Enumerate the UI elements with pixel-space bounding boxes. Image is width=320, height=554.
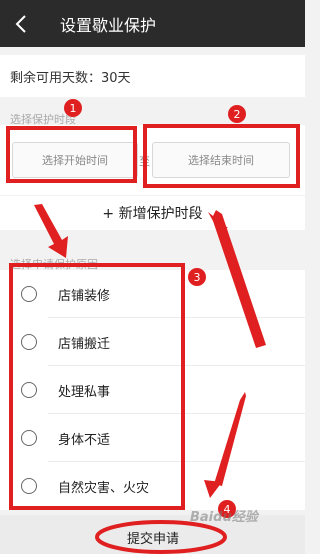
radio-button[interactable] bbox=[21, 430, 37, 446]
range-separator: 至 bbox=[139, 155, 150, 168]
chevron-left-icon bbox=[15, 14, 26, 33]
top-bar: 设置歇业保护 bbox=[0, 0, 305, 47]
reason-item-renovation[interactable]: 店铺装修 bbox=[0, 270, 305, 318]
bottom-bar: 提交申请 bbox=[0, 515, 305, 554]
reason-item-personal[interactable]: 处理私事 bbox=[0, 366, 305, 414]
reason-label: 店铺搬迁 bbox=[58, 336, 111, 352]
back-button[interactable] bbox=[0, 0, 42, 47]
page-title: 设置歇业保护 bbox=[60, 15, 157, 35]
remaining-days: 剩余可用天数：30天 bbox=[0, 55, 305, 97]
svg-text:2: 2 bbox=[234, 108, 241, 121]
reason-item-illness[interactable]: 身体不适 bbox=[0, 414, 305, 462]
watermark: Baidu经验 bbox=[190, 510, 258, 525]
submit-button[interactable]: 提交申请 bbox=[98, 525, 208, 549]
reason-label: 身体不适 bbox=[58, 432, 111, 448]
radio-button[interactable] bbox=[21, 478, 37, 494]
time-range-row: 选择开始时间 至 选择结束时间 bbox=[0, 125, 305, 195]
reason-label: 处理私事 bbox=[58, 384, 111, 400]
add-period-button[interactable]: + 新增保护时段 bbox=[0, 196, 305, 230]
radio-button[interactable] bbox=[21, 382, 37, 398]
reason-item-relocation[interactable]: 店铺搬迁 bbox=[0, 318, 305, 366]
start-time-input[interactable]: 选择开始时间 bbox=[12, 142, 138, 178]
reason-label: 自然灾害、火灾 bbox=[58, 480, 150, 496]
reason-list: 店铺装修 店铺搬迁 处理私事 身体不适 自然灾害、火灾 bbox=[0, 270, 305, 510]
reason-label: 店铺装修 bbox=[58, 288, 111, 304]
reason-item-disaster[interactable]: 自然灾害、火灾 bbox=[0, 462, 305, 510]
radio-button[interactable] bbox=[21, 286, 37, 302]
radio-button[interactable] bbox=[21, 334, 37, 350]
end-time-input[interactable]: 选择结束时间 bbox=[152, 142, 290, 178]
badge-2: 2 bbox=[228, 105, 246, 123]
